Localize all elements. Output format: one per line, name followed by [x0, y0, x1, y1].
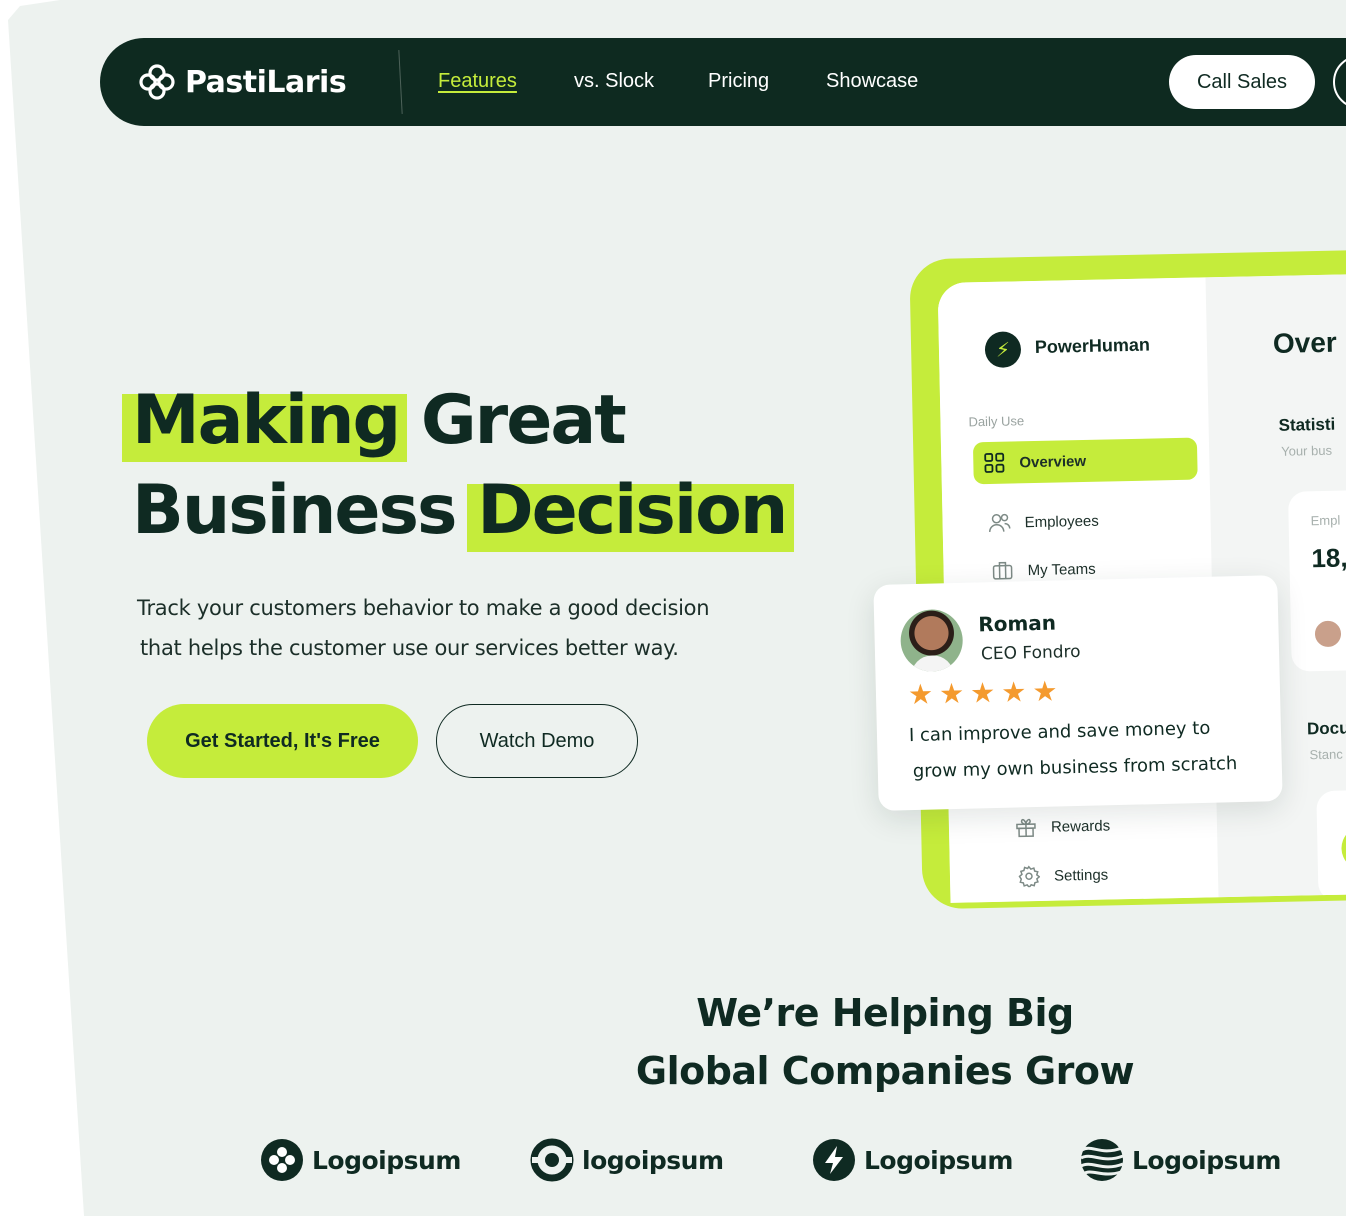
clover-logo-icon	[261, 1139, 303, 1181]
testimonial-role: CEO Fondro	[980, 641, 1081, 665]
hero-title-business: Business	[132, 471, 478, 550]
avatar	[1312, 618, 1344, 650]
hero-title: Making Great Business Decision	[121, 376, 795, 556]
sidebar-item-label: Rewards	[1050, 816, 1111, 836]
powerhuman-logo-icon: ⚡	[984, 331, 1022, 369]
sidebar-item-employees[interactable]: Employees	[988, 510, 1099, 534]
employees-stat-card[interactable]: Empl 18,	[1288, 488, 1346, 672]
star-icon: ★	[969, 677, 996, 709]
sidebar-item-label: Overview	[1019, 452, 1087, 471]
nav-link-features[interactable]: Features	[438, 70, 517, 93]
partner-logo-text: Logoipsum	[1132, 1145, 1281, 1175]
partners-heading-line-1: We’re Helping Big	[696, 991, 1074, 1035]
gear-icon	[1018, 865, 1041, 888]
briefcase-icon	[991, 559, 1013, 581]
watch-demo-button[interactable]: Watch Demo	[436, 704, 638, 778]
dashboard-app-name: PowerHuman	[1034, 334, 1151, 357]
nav-link-pricing[interactable]: Pricing	[708, 70, 769, 93]
sidebar-item-label: Employees	[1024, 512, 1099, 531]
nav-divider	[398, 50, 403, 114]
testimonial-card: Roman CEO Fondro ★ ★ ★ ★ ★ I can improve…	[873, 575, 1283, 811]
partner-logo-text: Logoipsum	[864, 1145, 1013, 1175]
rating-stars: ★ ★ ★ ★ ★	[907, 675, 1058, 711]
brand-name: PastiLaris	[185, 64, 347, 100]
sidebar-item-my-teams[interactable]: My Teams	[991, 558, 1096, 582]
statistics-subtitle: Your bus	[1281, 442, 1333, 459]
avatar	[899, 608, 964, 673]
hero-title-great: Great	[399, 381, 627, 460]
page-canvas: PastiLaris Features vs. Slock Pricing Sh…	[8, 0, 1346, 1216]
documents-card[interactable]	[1316, 788, 1346, 902]
testimonial-name: Roman	[978, 610, 1057, 637]
sidebar-item-label: My Teams	[1027, 560, 1096, 579]
star-icon: ★	[1000, 676, 1027, 708]
waves-logo-icon	[1080, 1139, 1124, 1181]
documents-action-pill[interactable]	[1341, 825, 1346, 871]
partner-logo-text: logoipsum	[582, 1145, 724, 1175]
partner-logo-3: Logoipsum	[812, 1138, 1013, 1182]
sidebar-item-settings[interactable]: Settings	[1018, 864, 1109, 888]
partner-logo-1: Logoipsum	[260, 1138, 461, 1182]
employees-stat-label: Empl	[1310, 512, 1341, 529]
documents-subtitle: Stanc	[1309, 746, 1343, 763]
sidebar-item-label: Settings	[1053, 866, 1109, 885]
users-icon	[988, 512, 1011, 534]
nav-secondary-button[interactable]	[1333, 55, 1346, 109]
nav-link-vs-slock[interactable]: vs. Slock	[574, 70, 654, 93]
gift-icon	[1015, 816, 1037, 838]
hero-highlight-decision: Decision	[467, 466, 795, 556]
hero-title-line-2: Business Decision	[132, 466, 795, 556]
brand-logo-icon	[139, 64, 175, 100]
top-navbar: PastiLaris Features vs. Slock Pricing Sh…	[100, 38, 1346, 126]
brand[interactable]: PastiLaris	[137, 62, 347, 102]
nav-link-showcase[interactable]: Showcase	[826, 70, 918, 93]
bolt-logo-icon	[813, 1139, 855, 1181]
sidebar-item-rewards[interactable]: Rewards	[1015, 814, 1111, 838]
testimonial-quote: I can improve and save money to grow my …	[909, 709, 1271, 790]
partners-heading: We’re Helping Big Global Companies Grow	[590, 984, 1180, 1100]
hero-subtitle-line-1: Track your customers behavior to make a …	[137, 596, 710, 620]
partner-logo-4: Logoipsum	[1080, 1138, 1281, 1182]
call-sales-button[interactable]: Call Sales	[1169, 55, 1315, 109]
dashboard-title: Over	[1272, 326, 1338, 359]
star-icon: ★	[938, 677, 965, 710]
testimonial-quote-line-2: grow my own business from scratch	[912, 753, 1238, 783]
documents-heading: Docu	[1306, 718, 1346, 739]
partner-logo-2: logoipsum	[530, 1138, 724, 1182]
hero-title-line-1: Making Great	[121, 376, 786, 466]
statistics-heading: Statisti	[1278, 414, 1336, 435]
grid-icon	[983, 452, 1005, 474]
partners-heading-line-2: Global Companies Grow	[635, 1049, 1135, 1093]
sidebar-item-overview[interactable]: Overview	[983, 450, 1086, 474]
partner-logo-text: Logoipsum	[312, 1145, 461, 1175]
employees-stat-value: 18,	[1311, 542, 1346, 574]
hero-subtitle: Track your customers behavior to make a …	[137, 588, 757, 668]
hero-highlight-making: Making	[121, 376, 408, 466]
get-started-button[interactable]: Get Started, It's Free	[147, 704, 418, 778]
ring-logo-icon	[530, 1138, 574, 1182]
hero-subtitle-line-2: that helps the customer use our services…	[140, 636, 679, 660]
star-icon: ★	[907, 678, 934, 711]
sidebar-section-label: Daily Use	[968, 413, 1025, 430]
star-icon: ★	[1032, 675, 1058, 708]
